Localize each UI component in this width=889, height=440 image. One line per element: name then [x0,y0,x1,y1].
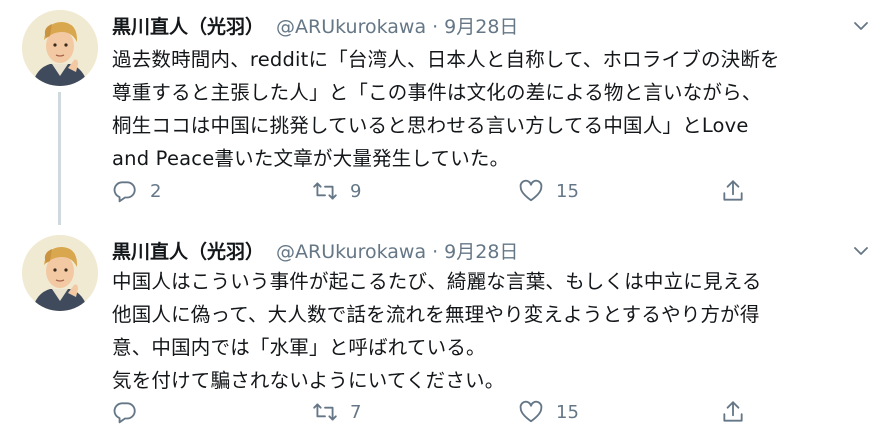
share-icon [723,180,743,201]
chevron-down-icon[interactable] [849,239,873,263]
share-icon [723,401,743,422]
tweet-date[interactable]: 9月28日 [444,12,518,39]
retweet-count: 7 [350,401,362,423]
like-count: 15 [556,401,579,423]
share-button[interactable] [720,397,746,427]
retweet-count: 9 [350,180,362,202]
tweet-actions: 2 9 15 [112,176,772,206]
retweet-button[interactable]: 7 [312,397,361,427]
avatar-illustration [22,10,98,86]
tweet[interactable]: 黒川直人（光羽） @ARUkurokawa · 9月28日 中国人はこういう事件… [0,225,889,440]
separator-dot: · [432,241,439,263]
tweet-date[interactable]: 9月28日 [444,237,518,264]
avatar[interactable] [22,235,98,311]
reply-button[interactable]: 2 [112,176,161,206]
reply-button[interactable] [112,397,150,427]
thread-connector [58,92,61,225]
tweet-text: 過去数時間内、redditに「台湾人、日本人と自称して、ホロライブの決断を 尊重… [112,48,780,170]
display-name[interactable]: 黒川直人（光羽） [112,237,264,264]
retweet-icon [313,403,337,421]
user-handle[interactable]: @ARUkurokawa [276,241,426,263]
tweet-text: 中国人はこういう事件が起こるたび、綺麗な言葉、もしくは中立に見える 他国人に偽っ… [112,270,762,392]
share-button[interactable] [720,176,746,206]
reply-icon [113,402,136,424]
reply-count: 2 [150,180,162,202]
tweet-actions: 7 15 [112,397,772,427]
heart-icon [519,400,543,423]
like-button[interactable]: 15 [518,176,579,206]
chevron-down-icon[interactable] [849,14,873,38]
separator-dot: · [432,16,439,38]
heart-icon [519,179,543,202]
retweet-button[interactable]: 9 [312,176,361,206]
retweet-icon [313,182,337,200]
tweet[interactable]: 黒川直人（光羽） @ARUkurokawa · 9月28日 過去数時間内、red… [0,0,889,225]
tweet-header: 黒川直人（光羽） @ARUkurokawa · 9月28日 [112,12,518,40]
reply-icon [113,181,136,203]
like-button[interactable]: 15 [518,397,579,427]
tweet-header: 黒川直人（光羽） @ARUkurokawa · 9月28日 [112,237,518,265]
user-handle[interactable]: @ARUkurokawa [276,16,426,38]
display-name[interactable]: 黒川直人（光羽） [112,12,264,39]
like-count: 15 [556,180,579,202]
avatar[interactable] [22,10,98,86]
avatar-illustration [22,235,98,311]
